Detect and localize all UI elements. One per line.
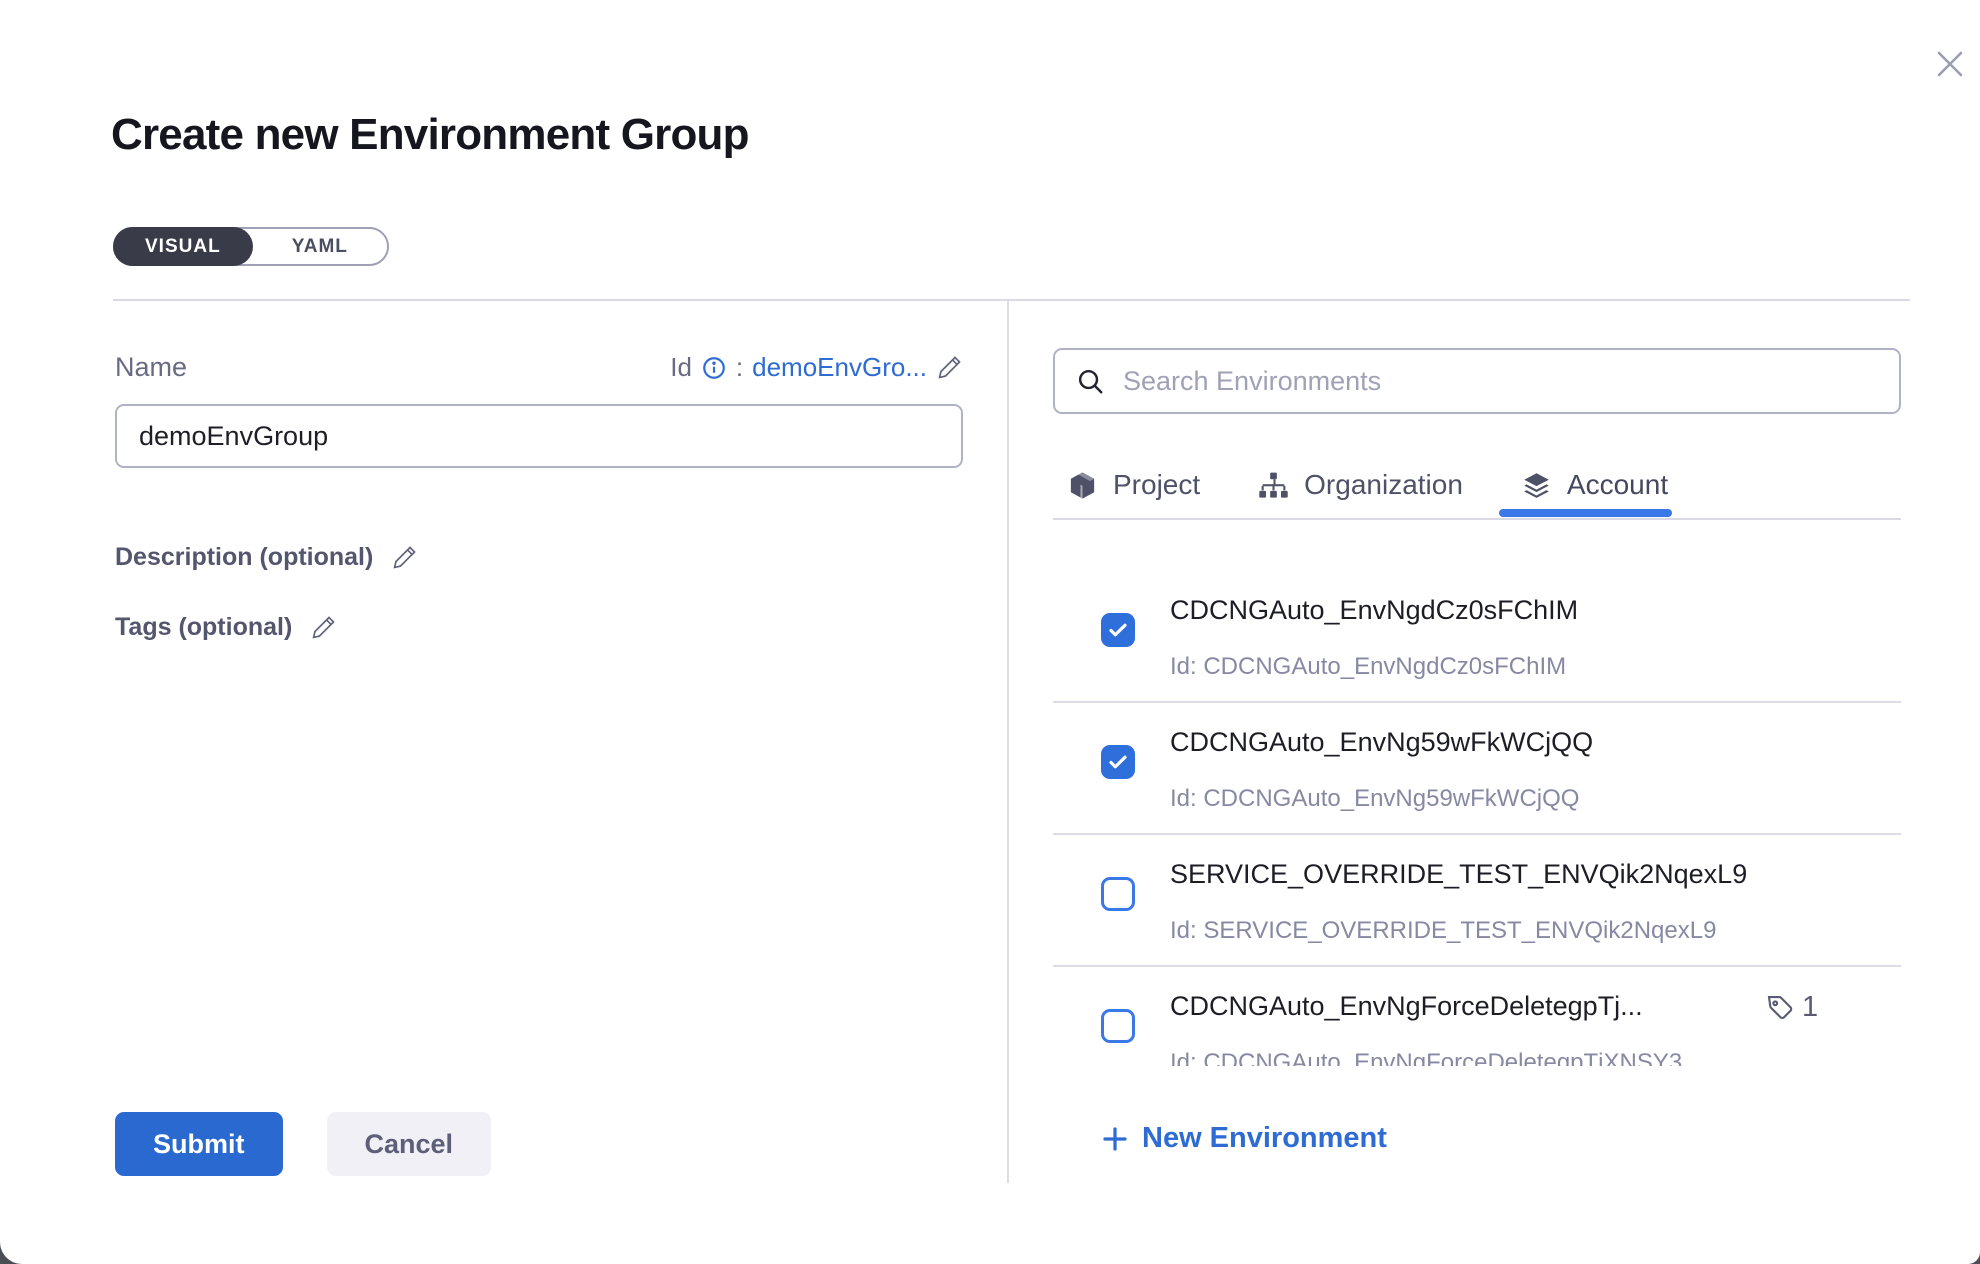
submit-button[interactable]: Submit — [115, 1112, 283, 1176]
search-input[interactable] — [1123, 350, 1879, 412]
page-title: Create new Environment Group — [111, 110, 749, 160]
environment-row: CDCNGAuto_EnvNgForceDeletegpTj... 1 Id: … — [1053, 967, 1901, 1066]
edit-tags-icon[interactable] — [310, 614, 337, 641]
environment-list: CDCNGAuto_EnvNgdCz0sFChIM Id: CDCNGAuto_… — [1053, 521, 1901, 1066]
id-colon: : — [736, 352, 743, 383]
id-label: Id — [670, 352, 692, 383]
toggle-visual[interactable]: VISUAL — [113, 227, 253, 266]
panel-divider — [1007, 300, 1009, 1183]
tab-project[interactable]: Project — [1065, 450, 1202, 512]
description-row: Description (optional) — [115, 543, 418, 572]
tag-count-badge: 1 — [1765, 991, 1818, 1024]
tags-label: Tags (optional) — [115, 613, 292, 642]
tags-row: Tags (optional) — [115, 613, 337, 642]
org-hierarchy-icon — [1258, 470, 1289, 501]
environment-search-box — [1053, 348, 1901, 414]
tag-count: 1 — [1802, 991, 1818, 1024]
tab-organization[interactable]: Organization — [1256, 450, 1465, 512]
environment-checkbox[interactable] — [1101, 1009, 1135, 1043]
toggle-yaml[interactable]: YAML — [253, 229, 387, 264]
form-actions: Submit Cancel — [115, 1112, 491, 1176]
tab-organization-label: Organization — [1304, 469, 1463, 501]
new-environment-label: New Environment — [1142, 1122, 1387, 1155]
id-group: Id : demoEnvGro... — [670, 352, 963, 383]
tab-account-label: Account — [1567, 469, 1668, 501]
info-icon[interactable] — [701, 355, 727, 381]
environment-checkbox[interactable] — [1101, 745, 1135, 779]
description-label: Description (optional) — [115, 543, 373, 572]
search-icon — [1075, 366, 1106, 397]
cube-icon — [1067, 470, 1098, 501]
environment-id: Id: CDCNGAuto_EnvNgForceDeletegpTjXNSY3 — [1170, 1049, 1682, 1066]
name-id-row: Name Id : demoEnvGro... — [115, 352, 963, 383]
environment-checkbox[interactable] — [1101, 877, 1135, 911]
layers-icon — [1521, 470, 1552, 501]
create-environment-group-modal: Create new Environment Group VISUAL YAML… — [0, 0, 1980, 1264]
id-value-link[interactable]: demoEnvGro... — [752, 352, 927, 383]
environment-row: SERVICE_OVERRIDE_TEST_ENVQik2NqexL9 Id: … — [1053, 835, 1901, 967]
environment-id: Id: SERVICE_OVERRIDE_TEST_ENVQik2NqexL9 — [1170, 917, 1716, 945]
environment-name: SERVICE_OVERRIDE_TEST_ENVQik2NqexL9 — [1170, 859, 1747, 890]
tab-account[interactable]: Account — [1519, 450, 1670, 512]
close-icon[interactable] — [1926, 40, 1974, 88]
environment-row: CDCNGAuto_EnvNgdCz0sFChIM Id: CDCNGAuto_… — [1053, 571, 1901, 703]
environment-name: CDCNGAuto_EnvNg59wFkWCjQQ — [1170, 727, 1593, 758]
environment-name: CDCNGAuto_EnvNgForceDeletegpTj... — [1170, 991, 1643, 1022]
tab-project-label: Project — [1113, 469, 1200, 501]
name-input[interactable] — [115, 404, 963, 468]
name-label: Name — [115, 352, 187, 383]
new-environment-button[interactable]: New Environment — [1100, 1122, 1387, 1155]
header-divider — [113, 299, 1910, 301]
environment-id: Id: CDCNGAuto_EnvNgdCz0sFChIM — [1170, 653, 1566, 681]
environment-id: Id: CDCNGAuto_EnvNg59wFkWCjQQ — [1170, 785, 1579, 813]
scope-tabs: Project Organization — [1053, 450, 1901, 520]
tag-icon — [1765, 993, 1795, 1023]
edit-id-icon[interactable] — [936, 354, 963, 381]
plus-icon — [1100, 1124, 1130, 1154]
cancel-button[interactable]: Cancel — [327, 1112, 492, 1176]
environment-checkbox[interactable] — [1101, 613, 1135, 647]
environment-name: CDCNGAuto_EnvNgdCz0sFChIM — [1170, 595, 1578, 626]
environment-row: CDCNGAuto_EnvNg59wFkWCjQQ Id: CDCNGAuto_… — [1053, 703, 1901, 835]
visual-yaml-toggle: VISUAL YAML — [113, 227, 389, 266]
edit-description-icon[interactable] — [391, 544, 418, 571]
